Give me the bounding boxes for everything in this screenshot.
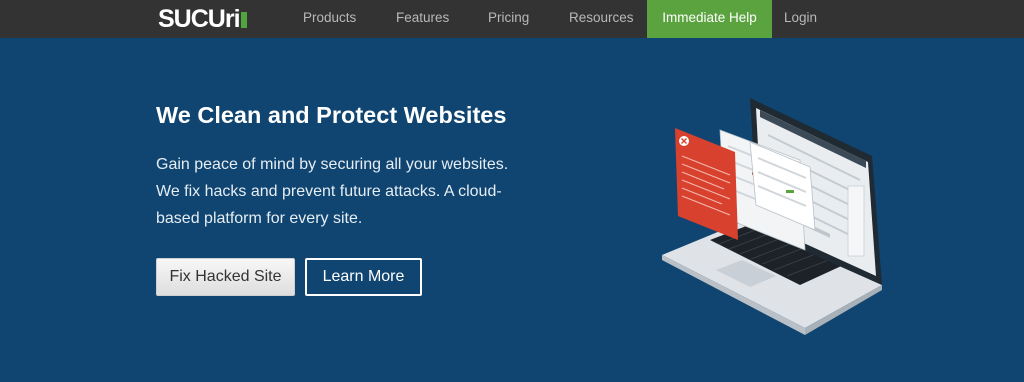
hero-description: Gain peace of mind by securing all your … [156, 156, 509, 227]
logo-accent [240, 12, 247, 28]
laptop-dashboard-illustration [662, 98, 882, 335]
immediate-help-button[interactable]: Immediate Help [647, 0, 772, 38]
learn-more-button[interactable]: Learn More [305, 258, 422, 296]
top-navigation: SUCUri Products Features Pricing Resourc… [0, 0, 1024, 38]
nav-item-products[interactable]: Products [303, 0, 356, 38]
nav-item-features[interactable]: Features [396, 0, 449, 38]
sucuri-logo[interactable]: SUCUri [158, 4, 247, 34]
nav-item-resources[interactable]: Resources [569, 0, 634, 38]
fix-hacked-site-button[interactable]: Fix Hacked Site [156, 258, 295, 296]
hero-title: We Clean and Protect Websites [156, 102, 507, 128]
nav-item-pricing[interactable]: Pricing [488, 0, 529, 38]
nav-item-login[interactable]: Login [784, 0, 817, 38]
logo-text: SUCUri [158, 4, 241, 33]
